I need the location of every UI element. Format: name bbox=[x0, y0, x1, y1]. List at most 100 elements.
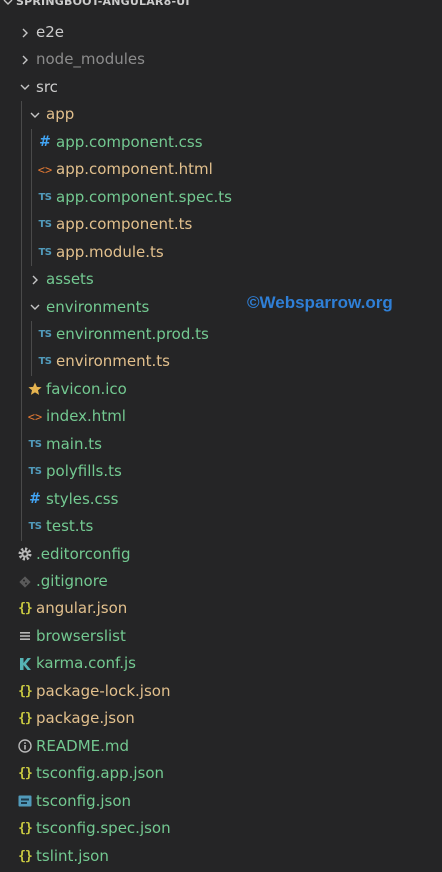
file-item-tslint-json[interactable]: {} tslint.json bbox=[0, 843, 442, 870]
item-label: test.ts bbox=[46, 517, 94, 536]
item-label: environments bbox=[46, 297, 150, 316]
file-item-karma-conf-js[interactable]: karma.conf.js bbox=[0, 650, 442, 677]
css-icon: # bbox=[29, 491, 41, 508]
file-item-index-html[interactable]: <> index.html bbox=[0, 403, 442, 430]
item-label: tsconfig.json bbox=[36, 791, 132, 810]
list-lines-icon bbox=[17, 623, 33, 650]
json-braces-icon: {} bbox=[18, 683, 33, 699]
typescript-icon: TS bbox=[28, 521, 42, 533]
file-item-app-component-ts[interactable]: TS app.component.ts bbox=[0, 211, 442, 238]
item-label: tsconfig.spec.json bbox=[36, 819, 171, 838]
file-item-package-lock-json[interactable]: {} package-lock.json bbox=[0, 678, 442, 705]
item-label: angular.json bbox=[36, 599, 128, 618]
item-label: browserslist bbox=[36, 626, 126, 645]
file-item-app-component-css[interactable]: # app.component.css bbox=[0, 129, 442, 156]
file-item-tsconfig-app-json[interactable]: {} tsconfig.app.json bbox=[0, 760, 442, 787]
item-label: package.json bbox=[36, 709, 135, 728]
project-title: SPRINGBOOT-ANGULAR8-UI bbox=[16, 0, 190, 8]
item-label: environment.prod.ts bbox=[56, 324, 209, 343]
chevron-right-icon bbox=[27, 266, 43, 293]
css-icon: # bbox=[39, 134, 51, 151]
file-item-angular-json[interactable]: {} angular.json bbox=[0, 595, 442, 622]
item-label: node_modules bbox=[36, 50, 145, 69]
chevron-down-icon bbox=[17, 74, 33, 101]
file-item-styles-css[interactable]: # styles.css bbox=[0, 486, 442, 513]
folder-item-e2e[interactable]: e2e bbox=[0, 19, 442, 46]
file-item-readme-md[interactable]: README.md bbox=[0, 733, 442, 760]
item-label: src bbox=[36, 77, 58, 96]
typescript-icon: TS bbox=[28, 466, 42, 478]
typescript-icon: TS bbox=[38, 246, 52, 258]
typescript-icon: TS bbox=[38, 219, 52, 231]
json-braces-icon: {} bbox=[18, 766, 33, 782]
html-icon: <> bbox=[37, 162, 53, 177]
item-label: favicon.ico bbox=[46, 379, 127, 398]
file-item-package-json[interactable]: {} package.json bbox=[0, 705, 442, 732]
file-item-environment-ts[interactable]: TS environment.ts bbox=[0, 348, 442, 375]
item-label: environment.ts bbox=[56, 352, 170, 371]
item-label: karma.conf.js bbox=[36, 654, 136, 673]
item-label: README.md bbox=[36, 736, 130, 755]
gear-icon bbox=[17, 541, 33, 568]
file-item-gitignore[interactable]: .gitignore bbox=[0, 568, 442, 595]
chevron-right-icon bbox=[17, 46, 33, 73]
file-item-tsconfig-json[interactable]: tsconfig.json bbox=[0, 788, 442, 815]
folder-item-assets[interactable]: assets bbox=[0, 266, 442, 293]
item-label: app.component.spec.ts bbox=[56, 187, 232, 206]
file-item-favicon-ico[interactable]: favicon.ico bbox=[0, 376, 442, 403]
indent-guide bbox=[31, 320, 32, 376]
item-label: .editorconfig bbox=[36, 544, 131, 563]
item-label: tsconfig.app.json bbox=[36, 764, 165, 783]
indent-guide bbox=[21, 101, 22, 541]
item-label: main.ts bbox=[46, 434, 102, 453]
item-label: app.component.html bbox=[56, 160, 213, 179]
item-label: e2e bbox=[36, 23, 65, 41]
file-item-app-component-html[interactable]: <> app.component.html bbox=[0, 156, 442, 183]
item-label: package-lock.json bbox=[36, 681, 171, 700]
chevron-down-icon bbox=[27, 294, 43, 321]
watermark: ©Websparrow.org bbox=[247, 293, 393, 312]
item-label: tslint.json bbox=[36, 846, 109, 865]
item-label: index.html bbox=[46, 407, 126, 426]
file-item-editorconfig[interactable]: .editorconfig bbox=[0, 541, 442, 568]
folder-item-app[interactable]: app bbox=[0, 101, 442, 128]
item-label: assets bbox=[46, 270, 94, 289]
json-braces-icon: {} bbox=[18, 848, 33, 864]
item-label: app.component.css bbox=[56, 132, 203, 151]
chevron-down-icon bbox=[3, 0, 13, 5]
folder-item-node-modules[interactable]: node_modules bbox=[0, 46, 442, 73]
tsconfig-icon bbox=[17, 788, 33, 815]
item-label: app.component.ts bbox=[56, 215, 193, 234]
file-item-main-ts[interactable]: TS main.ts bbox=[0, 431, 442, 458]
item-label: .gitignore bbox=[36, 572, 108, 590]
indent-guide bbox=[31, 128, 32, 267]
json-braces-icon: {} bbox=[18, 711, 33, 727]
json-braces-icon: {} bbox=[18, 601, 33, 617]
html-icon: <> bbox=[27, 409, 43, 424]
item-label: app bbox=[46, 105, 75, 124]
typescript-icon: TS bbox=[38, 328, 52, 340]
typescript-icon: TS bbox=[38, 356, 52, 368]
file-item-browserslist[interactable]: browserslist bbox=[0, 623, 442, 650]
file-explorer: SPRINGBOOT-ANGULAR8-UI e2e node_modulessr… bbox=[0, 0, 442, 872]
item-label: app.module.ts bbox=[56, 242, 164, 261]
explorer-section-header[interactable]: SPRINGBOOT-ANGULAR8-UI bbox=[0, 0, 442, 20]
typescript-icon: TS bbox=[28, 438, 42, 450]
json-braces-icon: {} bbox=[18, 821, 33, 837]
file-item-environment-prod-ts[interactable]: TS environment.prod.ts bbox=[0, 321, 442, 348]
typescript-icon: TS bbox=[38, 191, 52, 203]
karma-icon bbox=[17, 650, 33, 677]
info-icon bbox=[17, 733, 33, 760]
favicon-star-icon bbox=[27, 376, 43, 403]
git-icon bbox=[17, 568, 33, 595]
item-label: styles.css bbox=[46, 489, 119, 508]
file-item-app-module-ts[interactable]: TS app.module.ts bbox=[0, 239, 442, 266]
file-item-app-component-spec-ts[interactable]: TS app.component.spec.ts bbox=[0, 184, 442, 211]
file-item-polyfills-ts[interactable]: TS polyfills.ts bbox=[0, 458, 442, 485]
folder-item-src[interactable]: src bbox=[0, 74, 442, 101]
item-label: polyfills.ts bbox=[46, 462, 122, 481]
file-item-test-ts[interactable]: TS test.ts bbox=[0, 513, 442, 540]
chevron-right-icon bbox=[17, 19, 33, 46]
file-item-tsconfig-spec-json[interactable]: {} tsconfig.spec.json bbox=[0, 815, 442, 842]
chevron-down-icon bbox=[27, 101, 43, 128]
